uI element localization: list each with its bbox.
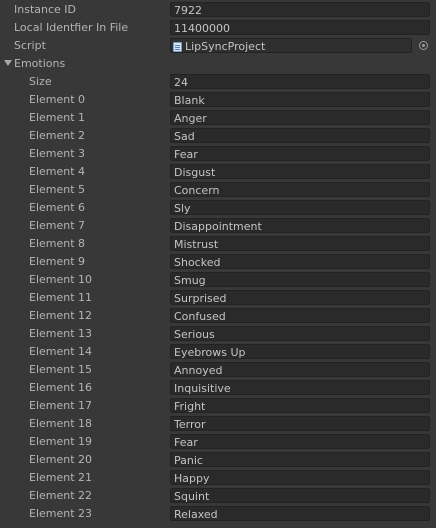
emotion-element-row: Element 7 Disappointment: [0, 217, 436, 235]
emotion-element-label: Element 7: [29, 219, 86, 232]
emotion-element-row: Element 11 Surprised: [0, 289, 436, 307]
emotion-element-label: Element 21: [29, 471, 93, 484]
emotion-element-field[interactable]: Inquisitive: [170, 380, 430, 395]
emotion-element-row: Element 10 Smug: [0, 271, 436, 289]
instance-id-row: Instance ID 7922: [0, 1, 436, 19]
emotion-element-row: Element 1 Anger: [0, 109, 436, 127]
size-label: Size: [29, 75, 52, 88]
emotion-element-label: Element 22: [29, 489, 93, 502]
emotion-element-field[interactable]: Sly: [170, 200, 430, 215]
instance-id-field[interactable]: 7922: [170, 2, 430, 17]
emotion-element-label: Element 4: [29, 165, 86, 178]
emotion-element-row: Element 3 Fear: [0, 145, 436, 163]
emotion-element-label: Element 2: [29, 129, 86, 142]
emotion-element-field[interactable]: Fright: [170, 398, 430, 413]
triangle-down-icon[interactable]: [4, 60, 12, 66]
emotion-element-label: Element 20: [29, 453, 93, 466]
emotion-element-label: Element 8: [29, 237, 86, 250]
emotion-element-field[interactable]: Eyebrows Up: [170, 344, 430, 359]
emotion-element-field[interactable]: Serious: [170, 326, 430, 341]
emotion-element-row: Element 17 Fright: [0, 397, 436, 415]
emotion-element-row: Element 8 Mistrust: [0, 235, 436, 253]
emotion-element-label: Element 14: [29, 345, 93, 358]
emotion-element-field[interactable]: Annoyed: [170, 362, 430, 377]
emotion-element-row: Element 15 Annoyed: [0, 361, 436, 379]
emotion-element-field[interactable]: Mistrust: [170, 236, 430, 251]
emotion-element-row: Element 4 Disgust: [0, 163, 436, 181]
emotion-element-label: Element 17: [29, 399, 93, 412]
emotion-element-label: Element 13: [29, 327, 93, 340]
emotion-element-label: Element 11: [29, 291, 93, 304]
emotion-element-row: Element 20 Panic: [0, 451, 436, 469]
emotion-element-label: Element 15: [29, 363, 93, 376]
emotion-element-field[interactable]: Relaxed: [170, 506, 430, 521]
emotion-element-field[interactable]: Sad: [170, 128, 430, 143]
local-id-field[interactable]: 11400000: [170, 20, 430, 35]
emotion-element-row: Element 16 Inquisitive: [0, 379, 436, 397]
emotion-element-row: Element 0 Blank: [0, 91, 436, 109]
emotion-element-field[interactable]: Confused: [170, 308, 430, 323]
local-id-label: Local Identfier In File: [14, 21, 129, 34]
script-object-field[interactable]: LipSyncProject: [170, 38, 412, 53]
emotion-element-field[interactable]: Panic: [170, 452, 430, 467]
emotion-element-field[interactable]: Fear: [170, 434, 430, 449]
inspector-panel: Instance ID 7922 Local Identfier In File…: [0, 0, 436, 528]
emotion-element-field[interactable]: Anger: [170, 110, 430, 125]
emotion-element-field[interactable]: Shocked: [170, 254, 430, 269]
emotion-element-field[interactable]: Squint: [170, 488, 430, 503]
emotion-element-label: Element 1: [29, 111, 86, 124]
emotion-element-label: Element 6: [29, 201, 86, 214]
emotion-element-label: Element 23: [29, 507, 93, 520]
size-field[interactable]: 24: [170, 74, 430, 89]
emotion-element-label: Element 18: [29, 417, 93, 430]
emotion-element-field[interactable]: Happy: [170, 470, 430, 485]
emotion-element-row: Element 2 Sad: [0, 127, 436, 145]
script-label: Script: [14, 39, 46, 52]
emotion-element-row: Element 18 Terror: [0, 415, 436, 433]
emotion-element-label: Element 0: [29, 93, 86, 106]
size-row: Size 24: [0, 73, 436, 91]
emotion-element-field[interactable]: Disappointment: [170, 218, 430, 233]
object-picker-icon[interactable]: [419, 41, 428, 50]
emotion-element-label: Element 9: [29, 255, 86, 268]
emotion-element-field[interactable]: Blank: [170, 92, 430, 107]
emotion-element-label: Element 16: [29, 381, 93, 394]
instance-id-label: Instance ID: [14, 3, 76, 16]
emotion-element-field[interactable]: Concern: [170, 182, 430, 197]
emotion-element-label: Element 3: [29, 147, 86, 160]
emotion-element-label: Element 5: [29, 183, 86, 196]
emotion-element-label: Element 12: [29, 309, 93, 322]
emotion-element-row: Element 23 Relaxed: [0, 505, 436, 523]
script-row: Script LipSyncProject: [0, 37, 436, 55]
emotion-element-field[interactable]: Smug: [170, 272, 430, 287]
emotion-element-row: Element 5 Concern: [0, 181, 436, 199]
emotion-element-row: Element 6 Sly: [0, 199, 436, 217]
emotion-element-field[interactable]: Disgust: [170, 164, 430, 179]
emotion-element-row: Element 13 Serious: [0, 325, 436, 343]
emotion-element-label: Element 10: [29, 273, 93, 286]
emotion-element-field[interactable]: Terror: [170, 416, 430, 431]
local-id-row: Local Identfier In File 11400000: [0, 19, 436, 37]
emotions-foldout[interactable]: Emotions: [0, 55, 436, 73]
script-name: LipSyncProject: [185, 40, 266, 53]
emotion-element-label: Element 19: [29, 435, 93, 448]
script-file-icon: [173, 42, 182, 52]
emotion-element-field[interactable]: Fear: [170, 146, 430, 161]
emotion-element-field[interactable]: Surprised: [170, 290, 430, 305]
emotion-element-row: Element 19 Fear: [0, 433, 436, 451]
emotion-element-row: Element 14 Eyebrows Up: [0, 343, 436, 361]
emotion-element-row: Element 22 Squint: [0, 487, 436, 505]
emotion-element-row: Element 21 Happy: [0, 469, 436, 487]
emotion-element-row: Element 12 Confused: [0, 307, 436, 325]
emotions-label: Emotions: [14, 57, 66, 70]
emotion-element-row: Element 9 Shocked: [0, 253, 436, 271]
